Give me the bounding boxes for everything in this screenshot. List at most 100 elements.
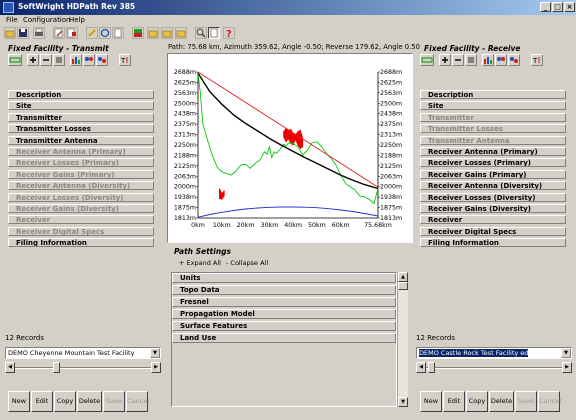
left-new-button[interactable]: New xyxy=(8,391,30,412)
edit-icon[interactable] xyxy=(53,27,65,39)
right-section-item[interactable]: Site xyxy=(420,101,566,111)
list-icon[interactable] xyxy=(53,54,65,66)
folder-icon[interactable] xyxy=(147,27,159,39)
menu-help[interactable]: Help xyxy=(69,16,85,24)
folder-icon[interactable] xyxy=(175,27,187,39)
path-settings-scrollbar[interactable]: ▲ ▼ xyxy=(397,272,408,407)
left-section-item[interactable]: Site xyxy=(8,101,154,111)
save-icon[interactable] xyxy=(17,27,29,39)
left-section-item[interactable]: Receiver xyxy=(8,215,154,225)
refresh-icon[interactable] xyxy=(99,27,111,39)
right-cancel-button[interactable]: Cancel xyxy=(538,391,561,412)
left-section-item[interactable]: Receiver Gains (Primary) xyxy=(8,169,154,179)
menu-file[interactable]: File xyxy=(6,16,18,24)
scroll-down-icon[interactable]: ▼ xyxy=(398,397,408,407)
right-facility-select[interactable]: DEMO Castle Rock Test Facility ed ▼ xyxy=(416,347,572,359)
export-icon[interactable] xyxy=(66,27,78,39)
people-icon[interactable] xyxy=(495,54,507,66)
right-section-item[interactable]: Filing Information xyxy=(420,238,566,248)
right-section-item[interactable]: Receiver Digital Specs xyxy=(420,226,566,236)
folder-icon[interactable] xyxy=(161,27,173,39)
scroll-up-icon[interactable]: ▲ xyxy=(398,272,408,282)
sort-icon[interactable]: T xyxy=(531,54,543,66)
group-icon[interactable] xyxy=(96,54,108,66)
settings-item-fresnel[interactable]: Fresnel xyxy=(172,297,396,307)
settings-item-land-use[interactable]: Land Use xyxy=(172,333,396,343)
settings-item-surface-features[interactable]: Surface Features xyxy=(172,321,396,331)
right-section-item[interactable]: Receiver Antenna (Diversity) xyxy=(420,181,566,191)
right-new-button[interactable]: New xyxy=(420,391,442,412)
slider-right-icon[interactable]: ▶ xyxy=(151,362,161,373)
left-section-item[interactable]: Receiver Losses (Primary) xyxy=(8,158,154,168)
help-icon[interactable]: ? xyxy=(223,27,235,40)
slider-thumb[interactable] xyxy=(428,362,435,373)
menu-configuration[interactable]: Configuration xyxy=(23,16,70,24)
right-section-item[interactable]: Receiver Losses (Diversity) xyxy=(420,192,566,202)
map-icon[interactable] xyxy=(132,27,144,39)
list-icon[interactable] xyxy=(465,54,477,66)
maximize-button[interactable]: □ xyxy=(552,2,563,12)
chevron-down-icon[interactable]: ▼ xyxy=(150,348,160,358)
left-section-item[interactable]: Receiver Antenna (Primary) xyxy=(8,147,154,156)
settings-item-units[interactable]: Units xyxy=(172,273,396,283)
left-copy-button[interactable]: Copy xyxy=(54,391,76,412)
left-delete-button[interactable]: Delete xyxy=(77,391,102,412)
people-icon[interactable] xyxy=(83,54,95,66)
right-copy-button[interactable]: Copy xyxy=(466,391,488,412)
right-save-button[interactable]: Save xyxy=(515,391,537,412)
chart-icon[interactable] xyxy=(70,54,82,66)
settings-item-topo-data[interactable]: Topo Data xyxy=(172,285,396,295)
left-section-item[interactable]: Receiver Digital Specs xyxy=(8,226,154,236)
new-record-icon[interactable] xyxy=(8,54,22,66)
pencil-icon[interactable] xyxy=(86,27,98,39)
sort-icon[interactable]: T xyxy=(119,54,131,66)
remove-icon[interactable] xyxy=(452,54,464,66)
left-record-slider[interactable]: ◀ ▶ xyxy=(5,362,161,374)
open-folder-icon[interactable] xyxy=(4,27,16,39)
remove-icon[interactable] xyxy=(40,54,52,66)
left-cancel-button[interactable]: Cancel xyxy=(126,391,149,412)
right-record-slider[interactable]: ◀ ▶ xyxy=(416,362,572,374)
left-section-item[interactable]: Description xyxy=(8,90,154,99)
left-section-item[interactable]: Transmitter Losses xyxy=(8,124,154,134)
page-icon[interactable] xyxy=(208,27,220,39)
right-section-item[interactable]: Receiver xyxy=(420,215,566,225)
left-facility-select[interactable]: DEMO Cheyenne Mountain Test Facility ▼ xyxy=(5,347,161,359)
expand-all-button[interactable]: + Expand All xyxy=(179,259,221,267)
slider-right-icon[interactable]: ▶ xyxy=(562,362,572,373)
chevron-down-icon[interactable]: ▼ xyxy=(561,348,571,358)
left-section-item[interactable]: Receiver Antenna (Diversity) xyxy=(8,181,154,191)
right-section-item[interactable]: Receiver Losses (Primary) xyxy=(420,158,566,168)
new-record-icon[interactable] xyxy=(420,54,434,66)
left-section-item[interactable]: Transmitter Antenna xyxy=(8,135,154,145)
right-section-item[interactable]: Receiver Gains (Diversity) xyxy=(420,204,566,213)
left-section-item[interactable]: Receiver Gains (Diversity) xyxy=(8,204,154,213)
slider-left-icon[interactable]: ◀ xyxy=(416,362,426,373)
right-section-item[interactable]: Transmitter Antenna xyxy=(420,135,566,145)
print-icon[interactable] xyxy=(33,27,45,39)
slider-left-icon[interactable]: ◀ xyxy=(5,362,15,373)
collapse-all-button[interactable]: - Collapse All xyxy=(226,259,268,267)
left-section-item[interactable]: Receiver Losses (Diversity) xyxy=(8,192,154,202)
add-icon[interactable] xyxy=(27,54,39,66)
right-delete-button[interactable]: Delete xyxy=(489,391,514,412)
right-edit-button[interactable]: Edit xyxy=(443,391,465,412)
slider-thumb[interactable] xyxy=(53,362,60,373)
document-icon[interactable] xyxy=(112,27,124,39)
right-section-item[interactable]: Receiver Antenna (Primary) xyxy=(420,147,566,156)
right-section-item[interactable]: Transmitter xyxy=(420,112,566,122)
right-section-item[interactable]: Transmitter Losses xyxy=(420,124,566,134)
chart-icon[interactable] xyxy=(482,54,494,66)
left-save-button[interactable]: Save xyxy=(103,391,125,412)
close-button[interactable]: × xyxy=(564,2,575,12)
scroll-thumb[interactable] xyxy=(398,282,408,290)
right-section-item[interactable]: Receiver Gains (Primary) xyxy=(420,169,566,179)
minimize-button[interactable]: _ xyxy=(540,2,551,12)
add-icon[interactable] xyxy=(439,54,451,66)
right-section-item[interactable]: Description xyxy=(420,90,566,99)
zoom-icon[interactable] xyxy=(195,27,207,39)
group-icon[interactable] xyxy=(508,54,520,66)
left-section-item[interactable]: Filing Information xyxy=(8,238,154,248)
left-edit-button[interactable]: Edit xyxy=(31,391,53,412)
left-section-item[interactable]: Transmitter xyxy=(8,112,154,122)
